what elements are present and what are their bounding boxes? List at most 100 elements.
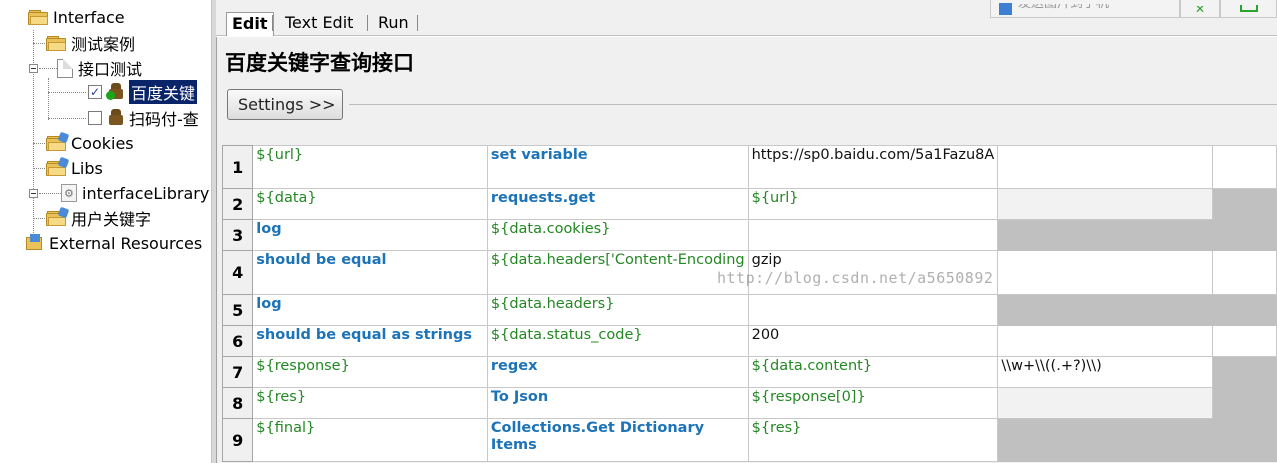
cell-arg3[interactable] xyxy=(1212,219,1277,251)
tree-connector xyxy=(33,168,47,169)
tree-item-label: Cookies xyxy=(71,133,134,153)
tab-run[interactable]: Run xyxy=(373,12,414,36)
cell-keyword[interactable]: To Json xyxy=(486,387,749,419)
cell-arg2[interactable]: \\w+\\((.+?)\\) xyxy=(997,356,1214,388)
cell-arg1[interactable]: ${res} xyxy=(747,418,999,462)
cell-keyword[interactable]: ${data.headers} xyxy=(486,294,749,326)
row-number[interactable]: 6 xyxy=(221,325,254,357)
expand-icon: ✕ xyxy=(1195,6,1205,12)
row-number[interactable]: 5 xyxy=(221,294,254,326)
tree-item-test-cases[interactable]: 测试案例 xyxy=(46,31,135,55)
cell-variable[interactable]: ${url} xyxy=(252,145,488,189)
cell-arg1[interactable] xyxy=(747,219,999,251)
tree-item-external-resources[interactable]: External Resources xyxy=(24,231,202,255)
grid-row: 9 ${final} Collections.Get Dictionary Item… xyxy=(221,418,1277,462)
cell-variable[interactable]: log xyxy=(252,219,488,251)
grid-button[interactable] xyxy=(1220,0,1277,18)
cell-arg1[interactable]: 200 xyxy=(747,325,999,357)
library-file-icon xyxy=(61,184,77,202)
grid-row: 3 log ${data.cookies} xyxy=(221,219,1277,251)
cell-arg1[interactable]: ${url} xyxy=(747,188,999,220)
cell-variable[interactable]: should be equal as strings xyxy=(252,325,488,357)
cell-variable[interactable]: should be equal xyxy=(252,250,488,295)
row-number[interactable]: 3 xyxy=(221,219,254,251)
cell-keyword[interactable]: set variable xyxy=(486,145,749,189)
tree-item-baidu-keyword[interactable]: ✓ 百度关键 xyxy=(88,80,198,104)
cell-arg2[interactable] xyxy=(997,250,1214,295)
cell-arg3[interactable] xyxy=(1212,250,1277,295)
cell-arg2[interactable] xyxy=(997,294,1214,326)
collapse-icon[interactable] xyxy=(29,63,38,73)
cell-keyword[interactable]: regex xyxy=(486,356,749,388)
tree-item-scan-pay[interactable]: 扫码付-查 xyxy=(88,106,199,130)
tree-item-interface[interactable]: Interface xyxy=(28,5,125,29)
tab-separator xyxy=(272,15,273,31)
cell-variable[interactable]: ${res} xyxy=(252,387,488,419)
cell-arg2[interactable] xyxy=(997,418,1214,462)
cell-arg2[interactable] xyxy=(997,219,1214,251)
tree-item-libs[interactable]: Libs xyxy=(46,156,103,180)
cell-arg1[interactable]: ${data.content} xyxy=(747,356,999,388)
cell-arg3[interactable] xyxy=(1212,387,1277,419)
row-number[interactable]: 9 xyxy=(221,418,254,462)
cell-keyword[interactable]: ${data.status_code} xyxy=(486,325,749,357)
expand-button[interactable]: ✕ xyxy=(1180,0,1220,18)
tree-connector xyxy=(39,67,57,69)
cell-arg3[interactable] xyxy=(1212,188,1277,220)
tree-item-interface-test[interactable]: 接口测试 xyxy=(29,56,142,80)
tree-item-label: 测试案例 xyxy=(71,35,136,54)
cell-arg3[interactable] xyxy=(1212,294,1277,326)
tree-item-interface-library[interactable]: interfaceLibrary xyxy=(29,181,209,205)
resource-folder-icon xyxy=(46,156,70,176)
cell-keyword[interactable]: ${data.cookies} xyxy=(486,219,749,251)
row-number[interactable]: 1 xyxy=(221,145,254,189)
cell-arg3[interactable] xyxy=(1212,356,1277,388)
tab-edit[interactable]: Edit xyxy=(226,12,274,36)
file-icon xyxy=(57,58,73,78)
grid-row: 4 should be equal ${data.headers['Content-… xyxy=(221,250,1277,295)
checkbox-icon[interactable] xyxy=(88,111,102,125)
tree-item-cookies[interactable]: Cookies xyxy=(46,131,134,155)
tree-item-label: 用户关键字 xyxy=(71,210,152,229)
tree-item-user-keywords[interactable]: 用户关键字 xyxy=(46,206,151,230)
cell-keyword[interactable]: ${data.headers['Content-Encoding xyxy=(486,250,749,295)
grid-row: 6 should be equal as strings ${data.status… xyxy=(221,325,1277,357)
row-number[interactable]: 8 xyxy=(221,387,254,419)
tree-item-label: 百度关键 xyxy=(129,80,198,104)
cell-arg1[interactable]: ${response[0]} xyxy=(747,387,999,419)
cell-variable[interactable]: log xyxy=(252,294,488,326)
cell-arg2[interactable] xyxy=(997,188,1214,220)
collapse-icon[interactable] xyxy=(29,188,38,198)
cell-arg1[interactable]: gzip xyxy=(747,250,999,295)
cell-arg3[interactable] xyxy=(1212,325,1277,357)
cell-arg2[interactable] xyxy=(997,325,1214,357)
grid-row: 8 ${res} To Json ${response[0]} xyxy=(221,387,1277,419)
grid-row: 1 ${url} set variable https://sp0.baidu.com… xyxy=(221,145,1277,189)
settings-button[interactable]: Settings >> xyxy=(227,89,343,120)
cell-keyword[interactable]: Collections.Get Dictionary Items xyxy=(486,418,749,462)
top-toolbar: 发送图片到手机 ✕ xyxy=(990,0,1277,18)
cell-arg2[interactable] xyxy=(997,387,1214,419)
test-case-robot-icon xyxy=(108,109,124,127)
phone-icon xyxy=(999,2,1012,15)
tab-text-edit[interactable]: Text Edit xyxy=(280,12,358,36)
cell-arg3[interactable] xyxy=(1212,145,1277,189)
tree-item-label: Interface xyxy=(53,7,125,27)
row-number[interactable]: 7 xyxy=(221,356,254,388)
cell-arg3[interactable] xyxy=(1212,418,1277,462)
cell-arg2[interactable] xyxy=(997,145,1214,189)
row-number[interactable]: 2 xyxy=(221,188,254,220)
test-case-title: 百度关键字查询接口 xyxy=(225,51,414,75)
row-number[interactable]: 4 xyxy=(221,250,254,295)
tree-item-label: interfaceLibrary xyxy=(82,183,210,203)
send-image-button[interactable]: 发送图片到手机 xyxy=(990,0,1180,18)
cell-variable[interactable]: ${response} xyxy=(252,356,488,388)
cell-arg1[interactable]: https://sp0.baidu.com/5a1Fazu8A xyxy=(747,145,999,189)
cell-variable[interactable]: ${final} xyxy=(252,418,488,462)
checkbox-checked-icon[interactable]: ✓ xyxy=(88,85,102,99)
cell-variable[interactable]: ${data} xyxy=(252,188,488,220)
cell-arg1[interactable] xyxy=(747,294,999,326)
grid-row: 2 ${data} requests.get ${url} xyxy=(221,188,1277,220)
external-resources-icon xyxy=(24,234,46,252)
cell-keyword[interactable]: requests.get xyxy=(486,188,749,220)
